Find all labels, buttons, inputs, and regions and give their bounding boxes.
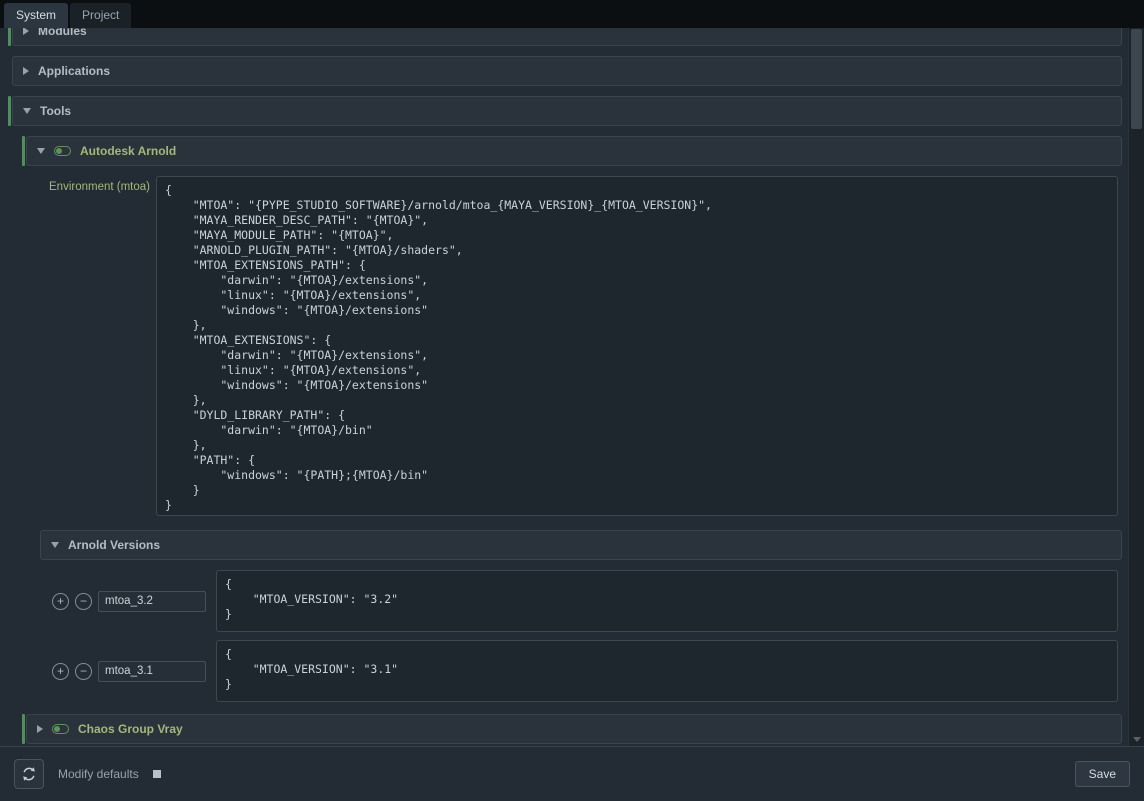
section-label-chaos-group-vray: Chaos Group Vray xyxy=(78,722,183,736)
refresh-button[interactable] xyxy=(14,759,44,789)
section-header-arnold-versions[interactable]: Arnold Versions xyxy=(40,530,1122,560)
section-label-modules: Modules xyxy=(38,28,87,38)
chevron-down-icon xyxy=(23,108,31,114)
section-header-applications[interactable]: Applications xyxy=(12,56,1122,86)
section-modules: Modules xyxy=(8,28,1122,46)
refresh-icon xyxy=(21,766,37,782)
environment-label: Environment (mtoa) xyxy=(26,176,156,516)
version-row: + − { "MTOA_VERSION": "3.2" } xyxy=(52,570,1118,632)
tab-bar: System Project xyxy=(0,0,1144,28)
override-indicator-bar xyxy=(8,28,11,46)
section-label-tools: Tools xyxy=(40,104,71,118)
modify-defaults-checkbox[interactable] xyxy=(153,770,161,778)
tab-system[interactable]: System xyxy=(4,3,68,28)
section-label-applications: Applications xyxy=(38,64,110,78)
remove-version-button[interactable]: − xyxy=(75,663,92,680)
add-version-button[interactable]: + xyxy=(52,593,69,610)
section-chaos-group-vray: Chaos Group Vray xyxy=(22,714,1122,744)
override-indicator-bar xyxy=(22,136,25,166)
chevron-down-icon xyxy=(51,542,59,548)
vertical-scrollbar[interactable] xyxy=(1128,28,1144,746)
modify-defaults-label: Modify defaults xyxy=(58,767,139,781)
settings-content: Modules Applications Tools Autodesk Arno… xyxy=(0,28,1128,745)
version-name-input[interactable] xyxy=(98,591,206,612)
version-json-editor[interactable]: { "MTOA_VERSION": "3.1" } xyxy=(216,640,1118,702)
chevron-down-icon xyxy=(37,148,45,154)
chevron-right-icon xyxy=(37,725,43,733)
override-toggle-icon[interactable] xyxy=(54,146,71,156)
chevron-right-icon xyxy=(23,67,29,75)
section-header-autodesk-arnold[interactable]: Autodesk Arnold xyxy=(26,136,1122,166)
scrollbar-thumb[interactable] xyxy=(1131,29,1142,129)
section-label-arnold-versions: Arnold Versions xyxy=(68,538,160,552)
section-label-autodesk-arnold: Autodesk Arnold xyxy=(80,144,176,158)
section-header-modules[interactable]: Modules xyxy=(12,28,1122,46)
tab-project[interactable]: Project xyxy=(70,3,131,28)
override-indicator-bar xyxy=(8,96,11,126)
scrollbar-down-arrow-icon[interactable] xyxy=(1133,737,1141,742)
override-toggle-icon[interactable] xyxy=(52,724,69,734)
section-applications: Applications xyxy=(8,56,1122,86)
section-header-tools[interactable]: Tools xyxy=(12,96,1122,126)
environment-row: Environment (mtoa) { "MTOA": "{PYPE_STUD… xyxy=(26,176,1118,516)
version-row: + − { "MTOA_VERSION": "3.1" } xyxy=(52,640,1118,702)
override-indicator-bar xyxy=(22,714,25,744)
section-tools: Tools xyxy=(8,96,1122,126)
chevron-right-icon xyxy=(23,28,29,35)
save-button[interactable]: Save xyxy=(1075,761,1130,787)
footer-bar: Modify defaults Save xyxy=(0,746,1144,801)
section-arnold-versions: Arnold Versions xyxy=(36,530,1122,560)
section-header-chaos-group-vray[interactable]: Chaos Group Vray xyxy=(26,714,1122,744)
environment-json-editor[interactable]: { "MTOA": "{PYPE_STUDIO_SOFTWARE}/arnold… xyxy=(156,176,1118,516)
section-autodesk-arnold: Autodesk Arnold xyxy=(22,136,1122,166)
remove-version-button[interactable]: − xyxy=(75,593,92,610)
add-version-button[interactable]: + xyxy=(52,663,69,680)
version-name-input[interactable] xyxy=(98,661,206,682)
version-json-editor[interactable]: { "MTOA_VERSION": "3.2" } xyxy=(216,570,1118,632)
